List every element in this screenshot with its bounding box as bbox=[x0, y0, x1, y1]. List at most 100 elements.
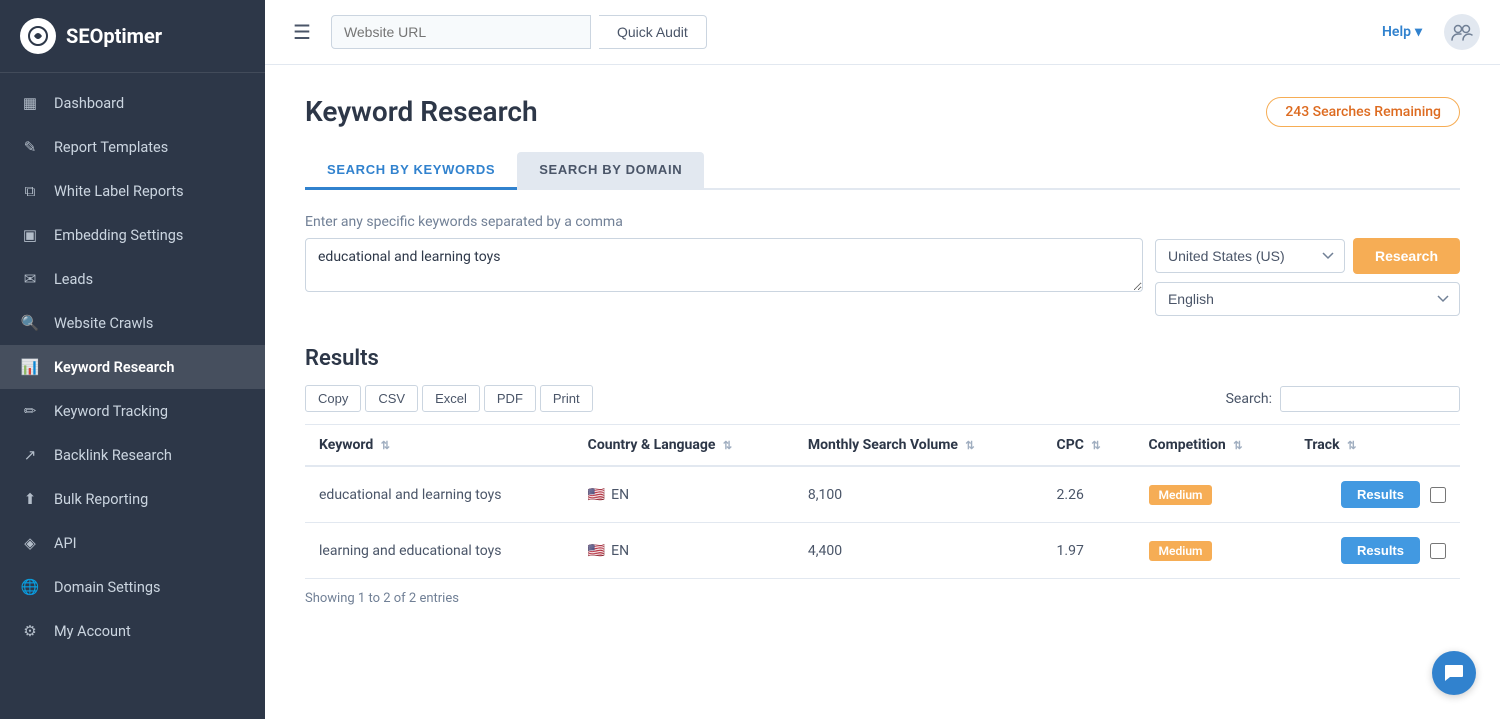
sidebar-item-api[interactable]: ◈ API bbox=[0, 521, 265, 565]
nav-icon-backlink-research: ↗ bbox=[20, 446, 40, 464]
language-code-0: EN bbox=[611, 487, 629, 503]
export-btn-csv[interactable]: CSV bbox=[365, 385, 418, 412]
col-header-country-language[interactable]: Country & Language ⇅ bbox=[574, 425, 794, 467]
col-header-competition[interactable]: Competition ⇅ bbox=[1135, 425, 1291, 467]
nav-label-keyword-research: Keyword Research bbox=[54, 359, 174, 376]
page-header: Keyword Research 243 Searches Remaining bbox=[305, 95, 1460, 128]
sort-icon-country-language: ⇅ bbox=[723, 439, 732, 452]
results-section: Results CopyCSVExcelPDFPrint Search: Key… bbox=[305, 346, 1460, 606]
sidebar-item-embedding-settings[interactable]: ▣ Embedding Settings bbox=[0, 213, 265, 257]
nav-icon-dashboard: ▦ bbox=[20, 94, 40, 112]
table-row: learning and educational toys 🇺🇸 EN 4,40… bbox=[305, 523, 1460, 579]
sort-icon-cpc: ⇅ bbox=[1091, 439, 1100, 452]
sidebar-logo[interactable]: SEOptimer bbox=[0, 0, 265, 73]
cell-competition-0: Medium bbox=[1135, 466, 1291, 523]
nav-icon-api: ◈ bbox=[20, 534, 40, 552]
results-title: Results bbox=[305, 346, 1460, 371]
page-title: Keyword Research bbox=[305, 95, 538, 128]
sidebar-item-backlink-research[interactable]: ↗ Backlink Research bbox=[0, 433, 265, 477]
cell-country-lang-1: 🇺🇸 EN bbox=[574, 523, 794, 579]
searches-remaining-badge: 243 Searches Remaining bbox=[1266, 97, 1460, 127]
search-row: United States (US)United Kingdom (UK)Aus… bbox=[305, 238, 1460, 316]
cell-keyword-1: learning and educational toys bbox=[305, 523, 574, 579]
logo-text: SEOptimer bbox=[66, 24, 162, 48]
table-search-label: Search: bbox=[1226, 391, 1272, 407]
competition-badge-1: Medium bbox=[1149, 541, 1213, 561]
keyword-textarea[interactable] bbox=[305, 238, 1143, 292]
sidebar-item-keyword-tracking[interactable]: ✏ Keyword Tracking bbox=[0, 389, 265, 433]
col-header-monthly-search-volume[interactable]: Monthly Search Volume ⇅ bbox=[794, 425, 1043, 467]
cell-country-lang-0: 🇺🇸 EN bbox=[574, 466, 794, 523]
export-buttons: CopyCSVExcelPDFPrint bbox=[305, 385, 593, 412]
hamburger-button[interactable]: ☰ bbox=[285, 16, 319, 48]
nav-label-white-label-reports: White Label Reports bbox=[54, 183, 184, 200]
nav-label-report-templates: Report Templates bbox=[54, 139, 168, 156]
quick-audit-button[interactable]: Quick Audit bbox=[599, 15, 707, 49]
nav-icon-my-account: ⚙ bbox=[20, 622, 40, 640]
table-search-input[interactable] bbox=[1280, 386, 1460, 412]
sidebar-item-white-label-reports[interactable]: ⧉ White Label Reports bbox=[0, 169, 265, 213]
chat-bubble-button[interactable] bbox=[1432, 651, 1476, 695]
results-button-1[interactable]: Results bbox=[1341, 537, 1420, 564]
export-btn-copy[interactable]: Copy bbox=[305, 385, 361, 412]
cell-keyword-0: educational and learning toys bbox=[305, 466, 574, 523]
nav-label-domain-settings: Domain Settings bbox=[54, 579, 160, 596]
language-code-1: EN bbox=[611, 543, 629, 559]
search-label: Enter any specific keywords separated by… bbox=[305, 214, 1460, 230]
nav-label-backlink-research: Backlink Research bbox=[54, 447, 172, 464]
nav-label-leads: Leads bbox=[54, 271, 93, 288]
sidebar-item-keyword-research[interactable]: 📊 Keyword Research bbox=[0, 345, 265, 389]
nav-label-website-crawls: Website Crawls bbox=[54, 315, 153, 332]
export-row: CopyCSVExcelPDFPrint Search: bbox=[305, 385, 1460, 412]
help-button[interactable]: Help ▾ bbox=[1382, 24, 1422, 40]
topbar: ☰ Quick Audit Help ▾ bbox=[265, 0, 1500, 65]
sidebar-nav: ▦ Dashboard✎ Report Templates⧉ White Lab… bbox=[0, 73, 265, 719]
research-button[interactable]: Research bbox=[1353, 238, 1460, 274]
track-checkbox-1[interactable] bbox=[1430, 543, 1446, 559]
language-select[interactable]: EnglishSpanishFrenchGerman bbox=[1155, 282, 1460, 316]
search-controls: United States (US)United Kingdom (UK)Aus… bbox=[1155, 238, 1460, 316]
country-select[interactable]: United States (US)United Kingdom (UK)Aus… bbox=[1155, 239, 1345, 273]
sidebar-item-report-templates[interactable]: ✎ Report Templates bbox=[0, 125, 265, 169]
nav-icon-leads: ✉ bbox=[20, 270, 40, 288]
cell-search-vol-1: 4,400 bbox=[794, 523, 1043, 579]
flag-icon-1: 🇺🇸 bbox=[588, 543, 605, 559]
results-table: Keyword ⇅Country & Language ⇅Monthly Sea… bbox=[305, 424, 1460, 579]
col-header-cpc[interactable]: CPC ⇅ bbox=[1043, 425, 1135, 467]
nav-icon-white-label-reports: ⧉ bbox=[20, 182, 40, 200]
flag-icon-0: 🇺🇸 bbox=[588, 487, 605, 503]
avatar-button[interactable] bbox=[1444, 14, 1480, 50]
nav-icon-domain-settings: 🌐 bbox=[20, 578, 40, 596]
table-search-row: Search: bbox=[1226, 386, 1460, 412]
sidebar-item-website-crawls[interactable]: 🔍 Website Crawls bbox=[0, 301, 265, 345]
sidebar-item-dashboard[interactable]: ▦ Dashboard bbox=[0, 81, 265, 125]
logo-icon bbox=[20, 18, 56, 54]
content: Keyword Research 243 Searches Remaining … bbox=[265, 65, 1500, 719]
sort-icon-keyword: ⇅ bbox=[381, 439, 390, 452]
export-btn-pdf[interactable]: PDF bbox=[484, 385, 536, 412]
main-wrapper: ☰ Quick Audit Help ▾ Keyword Research 24… bbox=[265, 0, 1500, 719]
sidebar-item-leads[interactable]: ✉ Leads bbox=[0, 257, 265, 301]
competition-badge-0: Medium bbox=[1149, 485, 1213, 505]
sidebar: SEOptimer ▦ Dashboard✎ Report Templates⧉… bbox=[0, 0, 265, 719]
sidebar-item-my-account[interactable]: ⚙ My Account bbox=[0, 609, 265, 653]
export-btn-print[interactable]: Print bbox=[540, 385, 593, 412]
col-header-keyword[interactable]: Keyword ⇅ bbox=[305, 425, 574, 467]
nav-icon-keyword-tracking: ✏ bbox=[20, 402, 40, 420]
showing-text: Showing 1 to 2 of 2 entries bbox=[305, 591, 1460, 606]
sidebar-item-bulk-reporting[interactable]: ⬆ Bulk Reporting bbox=[0, 477, 265, 521]
cell-track-0: Results bbox=[1290, 466, 1460, 523]
tab-search-by-domain[interactable]: SEARCH BY DOMAIN bbox=[517, 152, 704, 190]
nav-label-dashboard: Dashboard bbox=[54, 95, 124, 112]
sidebar-item-domain-settings[interactable]: 🌐 Domain Settings bbox=[0, 565, 265, 609]
track-checkbox-0[interactable] bbox=[1430, 487, 1446, 503]
results-button-0[interactable]: Results bbox=[1341, 481, 1420, 508]
col-header-track[interactable]: Track ⇅ bbox=[1290, 425, 1460, 467]
export-btn-excel[interactable]: Excel bbox=[422, 385, 480, 412]
nav-label-keyword-tracking: Keyword Tracking bbox=[54, 403, 168, 420]
table-row: educational and learning toys 🇺🇸 EN 8,10… bbox=[305, 466, 1460, 523]
nav-icon-embedding-settings: ▣ bbox=[20, 226, 40, 244]
website-url-input[interactable] bbox=[331, 15, 591, 49]
sort-icon-competition: ⇅ bbox=[1233, 439, 1242, 452]
tab-search-by-keywords[interactable]: SEARCH BY KEYWORDS bbox=[305, 152, 517, 190]
